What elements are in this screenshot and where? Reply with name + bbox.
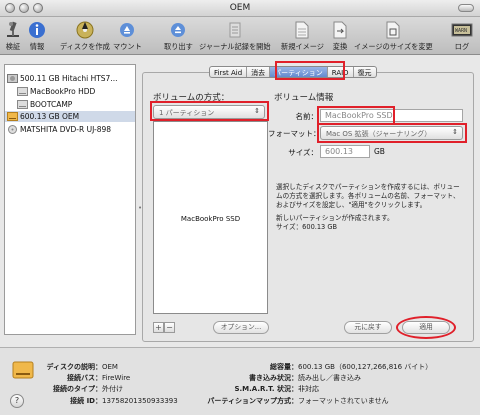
optical-drive-icon [7,125,18,134]
volume-scheme-value: 1 パーティション [159,109,215,117]
format-value: Mac OS 拡張（ジャーナリング） [326,130,432,138]
volume-item-label: MacBookPro HDD [30,87,96,96]
help-text: 選択したディスクでパーティションを作成するには、ボリュームの方式を選択します。各… [276,183,466,232]
volume-scheme-popup[interactable]: 1 パーティション ⇕ [153,105,265,119]
hard-disk-icon [7,74,18,83]
new-image-button[interactable]: 新規イメージ [281,19,324,52]
partition-volume-label: MacBookPro SSD [180,215,241,223]
add-partition-button[interactable]: + [153,322,164,333]
name-label: 名前： [295,112,319,121]
new-image-icon [291,19,313,41]
mount-button[interactable]: マウント [113,19,142,52]
mount-label: マウント [113,42,142,51]
disk-item-label: 500.11 GB Hitachi HTS7... [20,74,118,83]
format-label: フォーマット： [268,129,321,138]
disk-item-dvd-drive[interactable]: MATSHITA DVD-R UJ-898 [5,124,135,135]
revert-button[interactable]: 元に戻す [344,321,392,334]
disk-info-icon [12,360,34,382]
disk-item-hitachi[interactable]: 500.11 GB Hitachi HTS7... [5,73,135,84]
log-icon: WARN [451,19,473,41]
info-button[interactable]: 情報 [26,19,48,52]
svg-text:WARN: WARN [455,28,467,34]
disk-info-area: ディスクの説明：OEM 接続バス：FireWire 接続のタイプ：外付け 接続 … [0,347,480,415]
volume-icon [17,87,28,96]
volume-info-heading: ボリューム情報 [274,93,334,103]
info-capacity: 総容量：600.13 GB（600,127,266,816 バイト） [270,363,433,371]
popup-arrows-icon: ⇕ [452,128,458,136]
toolbar-toggle-button[interactable] [458,4,474,12]
burn-icon [74,19,96,41]
disk-list: 500.11 GB Hitachi HTS7... MacBookPro HDD… [4,64,136,335]
size-unit: GB [374,147,385,156]
title-bar: OEM [0,0,480,17]
enable-journaling-button[interactable]: ジャーナル記録を開始 [199,19,271,52]
eject-icon [167,19,189,41]
toolbar: 検証 情報 ディスクを作成 マウント 取り出す ジャーナル記録を開始 新規イメー… [0,17,480,55]
disk-item-label: 600.13 GB OEM [20,112,80,121]
eject-label: 取り出す [164,42,193,51]
burn-label: ディスクを作成 [60,42,110,51]
tab-partition[interactable]: パーティション [270,67,328,77]
convert-button[interactable]: 変換 [329,19,351,52]
volume-item-label: BOOTCAMP [30,100,73,109]
convert-icon [329,19,351,41]
info-smart-status: S.M.A.R.T. 状況：非対応 [234,385,319,393]
new-image-label: 新規イメージ [281,42,324,51]
volume-icon [17,100,28,109]
enable-journaling-label: ジャーナル記録を開始 [199,42,271,51]
microscope-icon [2,19,24,41]
window-title: OEM [229,3,251,13]
verify-button[interactable]: 検証 [2,19,24,52]
info-write-status: 書き込み状況：読み出し／書き込み [249,374,361,382]
verify-label: 検証 [5,42,21,51]
popup-arrows-icon: ⇕ [254,107,260,115]
mount-icon [116,19,138,41]
info-connection-bus: 接続バス：FireWire [67,374,131,382]
journal-icon [224,19,246,41]
tab-first-aid[interactable]: First Aid [210,67,248,77]
info-label: 情報 [29,42,45,51]
size-label: サイズ： [288,148,318,157]
remove-partition-button[interactable]: − [164,322,175,333]
format-popup[interactable]: Mac OS 拡張（ジャーナリング） ⇕ [320,126,463,140]
eject-button[interactable]: 取り出す [164,19,193,52]
volume-scheme-heading: ボリュームの方式： [153,93,230,103]
apply-button[interactable]: 適用 [402,321,450,334]
partition-layout[interactable]: MacBookPro SSD [153,121,268,314]
size-field[interactable]: 600.13 [320,145,370,158]
tab-bar: First Aid 消去 パーティション RAID 復元 [209,66,377,78]
resize-image-button[interactable]: イメージのサイズを変更 [354,19,433,52]
help-text-paragraph: 選択したディスクでパーティションを作成するには、ボリュームの方式を選択します。各… [276,183,460,210]
volume-name-field[interactable]: MacBookPro SSD [320,109,463,122]
disk-item-label: MATSHITA DVD-R UJ-898 [20,125,112,134]
help-text-summary: 新しいパーティションが作成されます。 サイズ：600.13 GB [276,213,394,231]
tab-raid[interactable]: RAID [328,67,354,77]
resize-image-icon [382,19,404,41]
tab-erase[interactable]: 消去 [247,67,271,77]
convert-label: 変換 [332,42,348,51]
log-label: ログ [454,42,470,51]
info-partition-map: パーティションマップ方式：フォーマットされていません [207,397,389,405]
log-button[interactable]: WARN ログ [451,19,473,52]
resize-image-label: イメージのサイズを変更 [354,42,433,51]
info-description: ディスクの説明：OEM [46,363,118,371]
options-button[interactable]: オプション... [213,321,269,334]
info-icon [26,19,48,41]
info-connection-id: 接続 ID：13758201350933393 [70,397,178,405]
volume-item-bootcamp[interactable]: BOOTCAMP [5,99,135,110]
volume-item-macbookpro-hdd[interactable]: MacBookPro HDD [5,86,135,97]
help-button[interactable]: ? [10,394,24,408]
tab-restore[interactable]: 復元 [354,67,376,77]
burn-button[interactable]: ディスクを作成 [60,19,110,52]
info-connection-type: 接続のタイプ：外付け [53,385,123,393]
external-disk-icon [7,112,18,121]
disk-item-oem[interactable]: 600.13 GB OEM [5,111,135,122]
